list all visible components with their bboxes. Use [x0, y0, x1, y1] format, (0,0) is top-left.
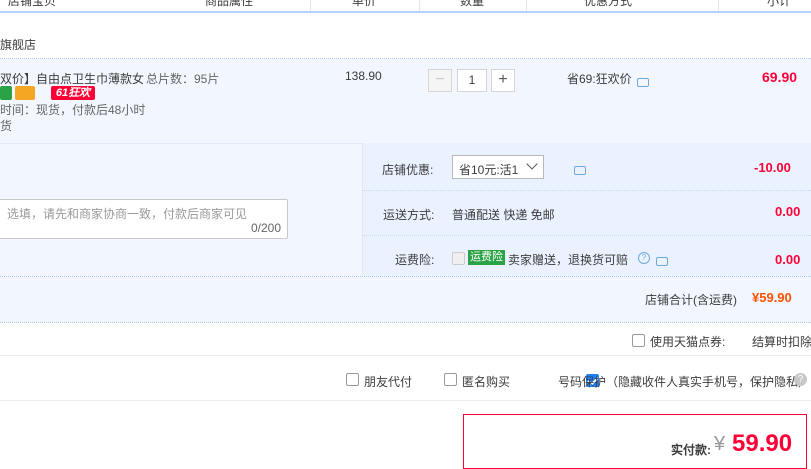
header-col-attr: 商品属性: [205, 0, 254, 8]
message-placeholder: 选填，请先和商家协商一致，付款后商家可见: [7, 207, 248, 221]
increase-button[interactable]: +: [491, 69, 515, 92]
help-icon[interactable]: ?: [794, 373, 807, 386]
shop-discount-select[interactable]: 省10元:活1: [452, 155, 544, 179]
privacy-label: 号码保护（隐藏收件人真实手机号，保护隐私）: [558, 375, 811, 389]
insurance-label: 运费险:: [395, 253, 435, 267]
message-counter: 0/200: [250, 221, 281, 235]
help-icon[interactable]: ?: [638, 252, 650, 264]
insurance-amount: 0.00: [775, 252, 801, 267]
payment-box: 实付款: ¥ 59.90: [463, 414, 807, 469]
insurance-checkbox: [452, 252, 465, 265]
shipping-value: 普通配送 快递 免邮: [452, 208, 555, 222]
promo-tag: 61狂欢: [51, 86, 95, 100]
shop-discount-value: 省10元:活1: [459, 163, 519, 177]
shop-total-amount: ¥59.90: [752, 290, 792, 305]
delivery-time: 时间：现货，付款后48小时: [0, 103, 146, 117]
friend-pay-checkbox[interactable]: [346, 373, 359, 386]
tmall-points-label: 使用天猫点券:: [650, 335, 726, 349]
currency-symbol: ¥: [714, 433, 726, 455]
shop-discount-amount: -10.00: [754, 160, 791, 175]
chat-icon[interactable]: [655, 257, 668, 267]
friend-pay-label: 朋友代付: [364, 375, 413, 389]
header-col-subtotal: 小计: [767, 0, 792, 8]
chat-icon[interactable]: [637, 78, 649, 88]
service-icon-green: [0, 86, 12, 100]
insurance-badge: 运费险: [468, 250, 505, 265]
header-col-price: 单价: [352, 0, 377, 8]
header-col-promo: 优惠方式: [584, 0, 633, 8]
item-attr: 总片数：95片: [146, 72, 220, 86]
shop-discount-label: 店铺优惠:: [382, 163, 434, 177]
anonymous-label: 匿名购买: [462, 375, 511, 389]
promo-text: 省69:狂欢价: [567, 72, 632, 86]
anonymous-checkbox[interactable]: [444, 373, 457, 386]
item-price: 138.90: [345, 69, 382, 83]
service-icon-card: [15, 86, 35, 100]
payment-amount: 59.90: [732, 430, 793, 457]
chat-icon[interactable]: [574, 166, 587, 176]
header-col-qty: 数量: [460, 0, 485, 8]
delivery-stock: 货: [0, 119, 13, 133]
header-col-shop-item: 店铺宝贝: [8, 0, 57, 8]
shop-name[interactable]: 旗舰店: [0, 36, 36, 53]
shop-total-label: 店铺合计(含运费): [645, 293, 737, 307]
chevron-down-icon: [526, 158, 538, 170]
message-input[interactable]: 选填，请先和商家协商一致，付款后商家可见 0/200: [0, 199, 288, 239]
shipping-amount: 0.00: [775, 204, 801, 219]
decrease-button[interactable]: −: [428, 69, 452, 92]
table-header: 店铺宝贝 商品属性 单价 数量 优惠方式 小计: [0, 0, 811, 13]
quantity-input[interactable]: 1: [457, 69, 487, 92]
payment-label: 实付款:: [671, 443, 711, 457]
insurance-text: 卖家赠送，退换货可赔: [508, 253, 629, 267]
tmall-points-checkbox[interactable]: [632, 334, 645, 347]
item-title[interactable]: 双价】自由点卫生巾薄款女...: [0, 70, 145, 87]
tmall-points-note: 结算时扣除: [752, 335, 811, 349]
shipping-label: 运送方式:: [383, 208, 435, 222]
item-subtotal: 69.90: [762, 69, 798, 85]
